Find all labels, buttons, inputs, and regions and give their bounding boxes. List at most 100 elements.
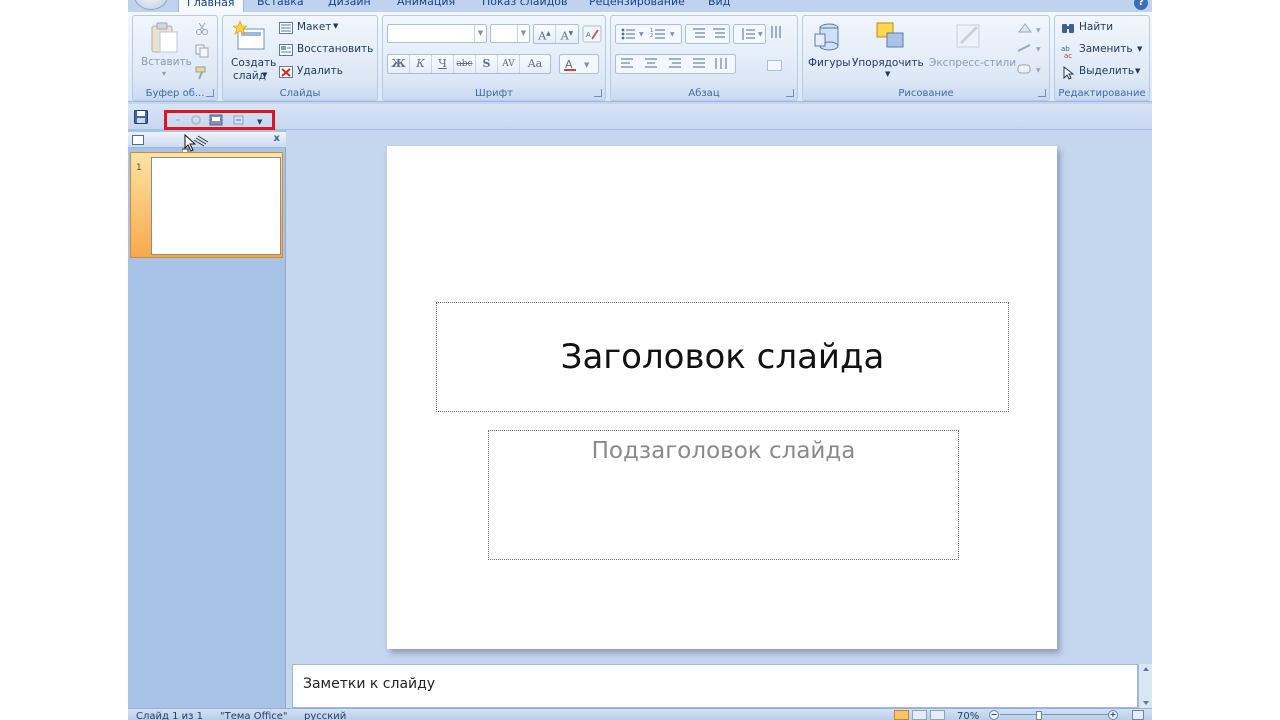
zoom-out-icon[interactable]: − — [989, 710, 999, 720]
shapes-icon[interactable] — [813, 22, 841, 52]
slide-thumbnail-1[interactable]: 1 — [130, 152, 283, 258]
shape-format-icons[interactable]: ▼ ▼ ▼ — [1015, 20, 1045, 82]
reset-button[interactable]: Восстановить — [297, 43, 373, 55]
tab-review[interactable]: Рецензирование — [581, 0, 693, 12]
tab-home[interactable]: Главная — [178, 0, 244, 12]
new-slide-icon[interactable] — [233, 20, 267, 54]
paragraph-launcher-icon[interactable] — [786, 89, 794, 97]
list-buttons[interactable]: ▼ 12 ▼ ▼ — [615, 24, 785, 44]
title-placeholder[interactable]: Заголовок слайда — [436, 302, 1009, 412]
save-icon[interactable] — [134, 110, 148, 124]
tab-design[interactable]: Дизайн — [320, 0, 379, 12]
find-icon[interactable] — [1061, 22, 1075, 36]
tab-view[interactable]: Вид — [700, 0, 738, 12]
close-pane-icon[interactable]: x — [274, 133, 280, 144]
select-icon[interactable] — [1061, 66, 1075, 80]
font-size-dropdown-icon[interactable]: ▼ — [517, 25, 529, 42]
arrange-dropdown-icon[interactable]: ▼ — [885, 70, 890, 78]
layout-dropdown-icon[interactable]: ▼ — [333, 22, 338, 30]
notes-pane[interactable]: Заметки к слайду — [292, 664, 1138, 708]
find-button[interactable]: Найти — [1079, 21, 1113, 33]
italic-button[interactable]: К — [410, 55, 432, 73]
help-icon[interactable]: ? — [1134, 0, 1148, 10]
svg-text:▼: ▼ — [1036, 27, 1041, 34]
svg-text:2: 2 — [650, 33, 653, 39]
title-text: Заголовок слайда — [560, 337, 885, 377]
char-spacing-button[interactable]: AV — [498, 55, 520, 73]
grow-font-icon[interactable]: A▲ — [534, 25, 556, 43]
replace-icon[interactable]: ab ac — [1061, 44, 1075, 58]
slide-count: Слайд 1 из 1 — [136, 711, 203, 720]
shrink-font-icon[interactable]: A▼ — [556, 25, 578, 43]
layout-icon[interactable] — [279, 22, 293, 34]
drawing-group-label: Рисование — [898, 88, 954, 99]
zoom-level[interactable]: 70% — [957, 711, 979, 720]
slides-group-label: Слайды — [279, 88, 321, 99]
tab-insert[interactable]: Вставка — [249, 0, 312, 12]
paste-dropdown-icon[interactable]: ▾ — [162, 69, 166, 78]
font-size-select[interactable]: ▼ — [490, 24, 530, 43]
replace-dropdown-icon[interactable]: ▼ — [1137, 45, 1142, 53]
drawing-launcher-icon[interactable] — [1038, 89, 1046, 97]
bold-button[interactable]: Ж — [388, 55, 410, 73]
tab-slideshow[interactable]: Показ слайдов — [474, 0, 576, 12]
delete-slide-icon[interactable] — [279, 66, 293, 78]
quick-styles-icon[interactable] — [953, 21, 985, 51]
align-buttons[interactable] — [615, 54, 785, 74]
notes-placeholder: Заметки к слайду — [303, 676, 436, 692]
zoom-in-icon[interactable]: + — [1108, 710, 1118, 720]
powerpoint-window: Главная Вставка Дизайн Анимация Показ сл… — [128, 0, 1152, 720]
select-button[interactable]: Выделить — [1079, 65, 1134, 77]
underline-button[interactable]: Ч — [432, 55, 454, 73]
slide-canvas[interactable]: Заголовок слайда Подзаголовок слайда — [387, 146, 1057, 649]
tab-animation[interactable]: Анимация — [389, 0, 463, 12]
zoom-slider-thumb[interactable] — [1036, 711, 1042, 720]
view-buttons[interactable] — [894, 710, 946, 720]
language-indicator[interactable]: русский — [304, 711, 346, 720]
font-color-icon[interactable]: A ▼ — [559, 54, 599, 74]
paragraph-group: ▼ 12 ▼ ▼ Абзац — [610, 15, 798, 101]
clipboard-launcher-icon[interactable] — [206, 89, 214, 97]
format-painter-icon[interactable] — [195, 66, 209, 80]
svg-text:▼: ▼ — [257, 118, 263, 126]
clipboard-group-label: Буфер об... — [145, 88, 205, 99]
font-name-select[interactable]: ▼ — [387, 24, 487, 43]
ribbon-tabs: Главная Вставка Дизайн Анимация Показ сл… — [128, 0, 1152, 12]
slides-group: Создать слайд ▼ Макет ▼ Восстановить Уда… — [222, 15, 378, 101]
shadow-button[interactable]: S — [476, 55, 498, 73]
reset-icon[interactable] — [279, 44, 293, 56]
arrange-button[interactable]: Упорядочить — [852, 57, 924, 69]
delete-button[interactable]: Удалить — [297, 65, 343, 77]
select-dropdown-icon[interactable]: ▼ — [1135, 67, 1140, 75]
fit-to-window-icon[interactable] — [1132, 710, 1144, 720]
change-case-button[interactable]: Aa — [520, 55, 550, 73]
paste-label[interactable]: Вставить — [141, 56, 192, 68]
shapes-button[interactable]: Фигуры — [808, 57, 851, 69]
layout-button[interactable]: Макет — [297, 21, 331, 33]
slides-pane-header: x — [128, 132, 286, 155]
office-button[interactable] — [134, 0, 168, 10]
paste-icon[interactable] — [149, 22, 179, 54]
new-slide-dropdown-icon[interactable]: ▼ — [262, 71, 267, 79]
clear-formatting-icon[interactable]: A — [582, 25, 602, 43]
strikethrough-button[interactable]: abc — [454, 55, 476, 73]
scroll-arrows-icon[interactable] — [1139, 664, 1152, 708]
svg-text:A: A — [586, 31, 591, 39]
font-style-buttons: Ж К Ч abc S AV Aa — [387, 54, 551, 74]
slide-thumbnail-image[interactable] — [151, 157, 281, 255]
notes-scrollbar[interactable] — [1138, 664, 1152, 708]
copy-icon[interactable] — [195, 44, 209, 58]
theme-name: "Тема Office" — [220, 711, 288, 720]
slide-editing-area: Заголовок слайда Подзаголовок слайда — [290, 130, 1152, 664]
cut-icon[interactable] — [195, 22, 209, 36]
svg-text:▼: ▼ — [639, 31, 644, 38]
new-slide-label-1[interactable]: Создать — [231, 57, 276, 69]
font-name-dropdown-icon[interactable]: ▼ — [474, 25, 486, 42]
font-launcher-icon[interactable] — [594, 89, 602, 97]
slides-tab-icon[interactable] — [132, 135, 144, 145]
quick-styles-button[interactable]: Экспресс-стили — [929, 57, 1016, 69]
zoom-slider-track[interactable] — [1000, 714, 1112, 715]
replace-button[interactable]: Заменить — [1079, 43, 1133, 55]
subtitle-placeholder[interactable]: Подзаголовок слайда — [488, 430, 959, 560]
arrange-icon[interactable] — [873, 21, 907, 51]
